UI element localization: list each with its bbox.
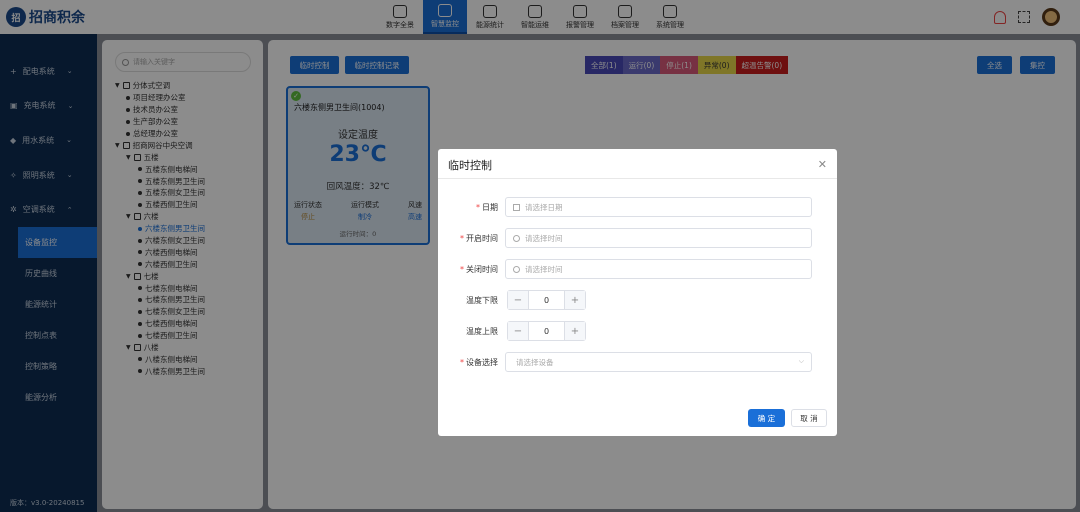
dialog-title: 临时控制 (448, 159, 492, 172)
temp-min-value[interactable]: 0 (528, 291, 565, 309)
temp-max-row: 温度上限 − 0 + (438, 321, 837, 341)
end-time-row: * 关闭时间 请选择时间 (438, 259, 837, 279)
end-time-picker[interactable]: 请选择时间 (505, 259, 812, 279)
plus-button[interactable]: + (565, 291, 585, 309)
start-time-label: * 开启时间 (460, 234, 498, 243)
confirm-button[interactable]: 确 定 (748, 409, 785, 427)
temp-max-value[interactable]: 0 (528, 322, 565, 340)
end-time-placeholder: 请选择时间 (525, 264, 563, 274)
start-time-placeholder: 请选择时间 (525, 233, 563, 243)
device-select-label: * 设备选择 (460, 358, 498, 367)
date-placeholder: 请选择日期 (525, 202, 563, 212)
device-select[interactable]: 请选择设备 ⌵ (505, 352, 812, 372)
cancel-button[interactable]: 取 消 (791, 409, 827, 427)
close-icon[interactable]: ✕ (818, 158, 827, 171)
date-label: * 日期 (476, 203, 498, 212)
temp-max-label: 温度上限 (466, 327, 498, 336)
device-select-placeholder: 请选择设备 (516, 357, 554, 367)
device-select-row: * 设备选择 请选择设备 ⌵ (438, 352, 837, 372)
chevron-down-icon: ⌵ (798, 357, 804, 365)
clock-icon (513, 234, 520, 242)
date-picker[interactable]: 请选择日期 (505, 197, 812, 217)
temp-max-stepper: − 0 + (507, 321, 586, 341)
temp-min-row: 温度下限 − 0 + (438, 290, 837, 310)
clock-icon (513, 265, 520, 273)
temp-min-stepper: − 0 + (507, 290, 586, 310)
date-row: * 日期 请选择日期 (438, 197, 837, 217)
end-time-label: * 关闭时间 (460, 265, 498, 274)
minus-button[interactable]: − (508, 322, 528, 340)
temp-control-dialog: 临时控制 ✕ * 日期 请选择日期 * 开启时间 请选择时间 * 关闭时间 请选择时间… (438, 149, 837, 436)
minus-button[interactable]: − (508, 291, 528, 309)
start-time-picker[interactable]: 请选择时间 (505, 228, 812, 248)
start-time-row: * 开启时间 请选择时间 (438, 228, 837, 248)
calendar-icon (513, 203, 520, 211)
temp-min-label: 温度下限 (466, 296, 498, 305)
plus-button[interactable]: + (565, 322, 585, 340)
divider (438, 178, 837, 179)
